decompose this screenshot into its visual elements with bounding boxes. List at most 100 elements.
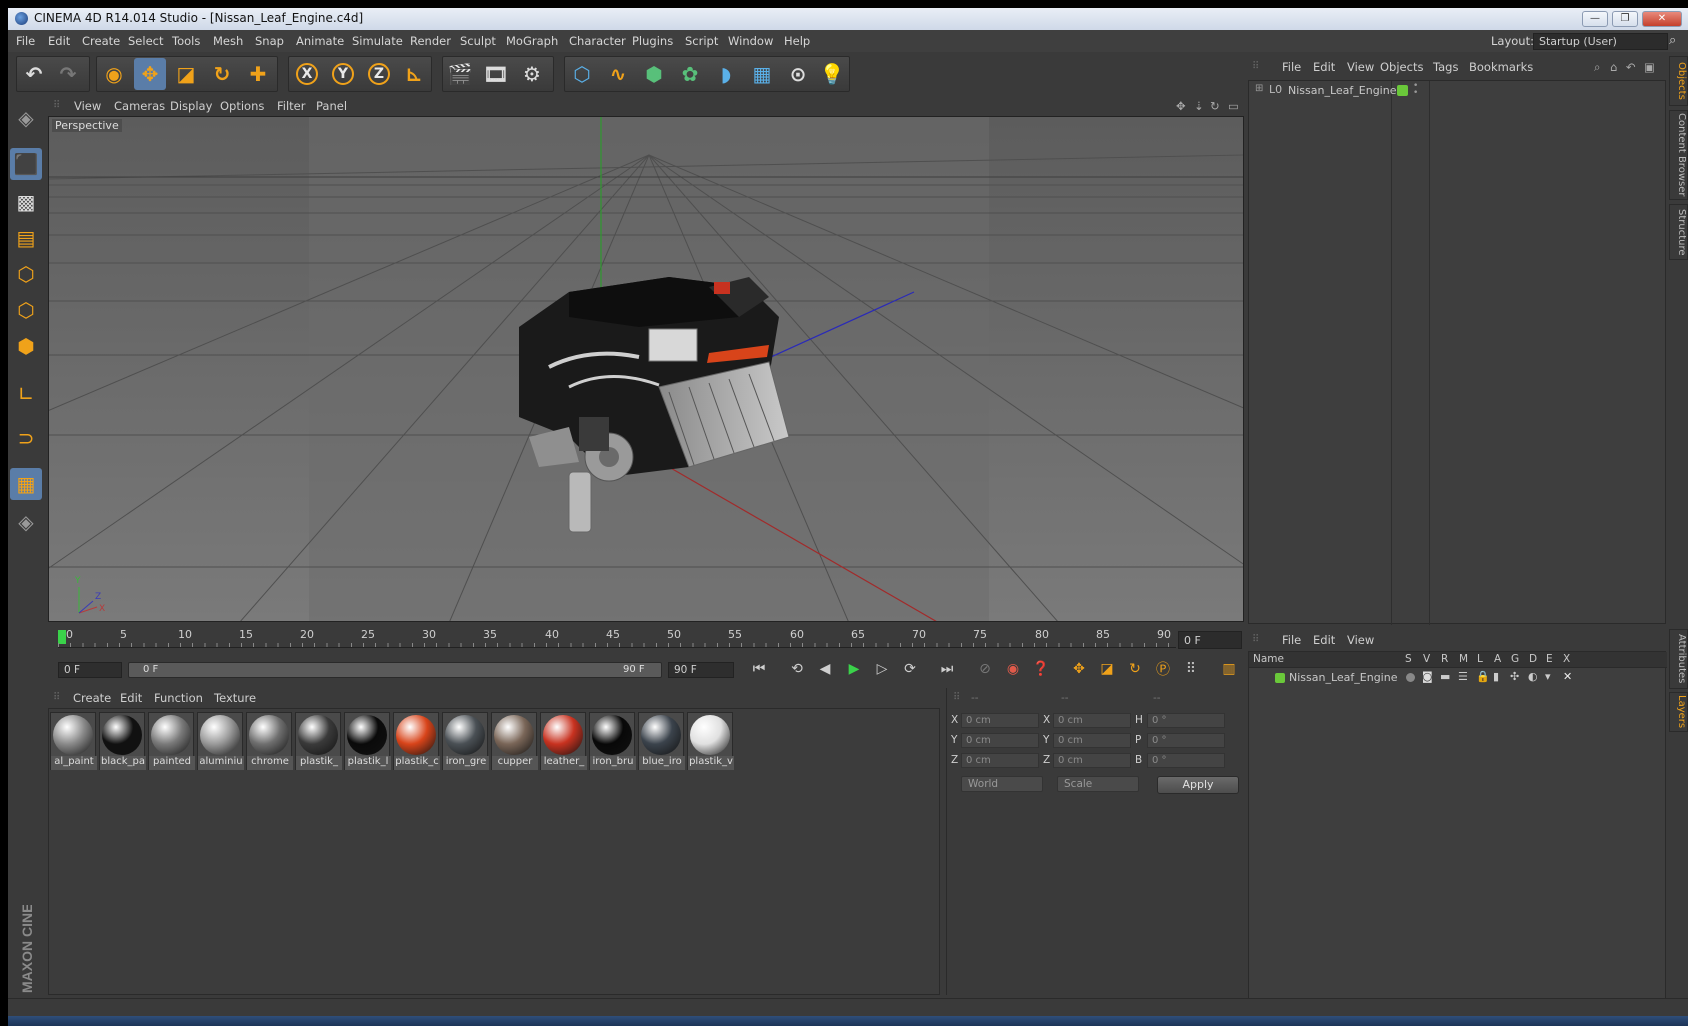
record-keys-disabled-icon[interactable]: ⊘ <box>972 658 998 680</box>
material-slot[interactable]: plastik_l <box>344 712 391 770</box>
move-tool-icon[interactable]: ✥ <box>134 58 166 90</box>
x-axis-lock-button[interactable]: X <box>291 58 323 90</box>
y-axis-lock-button[interactable]: Y <box>327 58 359 90</box>
tab-structure[interactable]: Structure <box>1669 204 1688 260</box>
go-to-end-icon[interactable]: ⏭ <box>934 658 960 680</box>
next-key-icon[interactable]: ⟳ <box>897 658 923 680</box>
material-slot[interactable]: plastik_ <box>295 712 342 770</box>
render-view-icon[interactable]: 🎬 <box>444 58 476 90</box>
generator-toggle-icon[interactable]: ✣ <box>1510 670 1519 683</box>
viewport-perspective[interactable]: Y X Z <box>48 116 1244 622</box>
camera-icon[interactable]: ⊙ <box>782 58 814 90</box>
objects-menu-file[interactable]: File <box>1282 60 1301 74</box>
material-slot[interactable]: cupper <box>491 712 538 770</box>
menu-edit[interactable]: Edit <box>48 34 70 48</box>
go-to-start-icon[interactable]: ⏮ <box>746 658 772 680</box>
size-y-field[interactable]: 0 cm <box>1053 733 1131 748</box>
render-picture-viewer-icon[interactable]: 🎞 <box>480 58 512 90</box>
model-mode-icon[interactable]: ⬛ <box>10 148 42 180</box>
animation-toggle-icon[interactable]: ▮ <box>1493 670 1499 683</box>
menu-mesh[interactable]: Mesh <box>213 34 243 48</box>
viewport-nav-move-icon[interactable]: ✥ <box>1176 99 1186 113</box>
cube-primitive-icon[interactable]: ⬡ <box>566 58 598 90</box>
object-row[interactable]: ⊞ L0 Nissan_Leaf_Engine • • <box>1253 82 1653 99</box>
material-menu-create[interactable]: Create <box>73 691 111 705</box>
material-slot[interactable]: plastik_c <box>393 712 440 770</box>
scale-tool-icon[interactable]: ◪ <box>170 58 202 90</box>
visibility-dots-icon[interactable]: • • <box>1413 82 1418 98</box>
snap-magnet-icon[interactable]: ⊃ <box>10 422 42 454</box>
rotation-h-field[interactable]: 0 ° <box>1147 713 1225 728</box>
solo-toggle-icon[interactable] <box>1406 673 1415 682</box>
playhead-marker[interactable] <box>58 630 66 644</box>
position-y-field[interactable]: 0 cm <box>961 733 1039 748</box>
menu-help[interactable]: Help <box>784 34 810 48</box>
material-menu-function[interactable]: Function <box>154 691 203 705</box>
material-slot[interactable]: black_pa <box>99 712 146 770</box>
layer-row[interactable]: Nissan_Leaf_Engine ◙ ▬ ☰ 🔒 ▮ ✣ ◐ ▾ ✕ <box>1249 670 1667 686</box>
maximize-button[interactable]: ❐ <box>1612 11 1638 27</box>
menu-script[interactable]: Script <box>685 34 718 48</box>
material-slot[interactable]: aluminiu <box>197 712 244 770</box>
material-slot[interactable]: iron_gre <box>442 712 489 770</box>
z-axis-lock-button[interactable]: Z <box>363 58 395 90</box>
render-toggle-icon[interactable]: ▬ <box>1440 670 1450 683</box>
render-settings-icon[interactable]: ⚙ <box>516 58 548 90</box>
position-z-field[interactable]: 0 cm <box>961 753 1039 768</box>
material-slot[interactable]: leather_ <box>540 712 587 770</box>
key-rotation-icon[interactable]: ↻ <box>1122 658 1148 680</box>
layer-name[interactable]: Nissan_Leaf_Engine <box>1289 671 1397 684</box>
recent-tools-icon[interactable]: ✚ <box>242 58 274 90</box>
deformer-icon[interactable]: ◗ <box>710 58 742 90</box>
cloner-icon[interactable]: ✿ <box>674 58 706 90</box>
menu-snap[interactable]: Snap <box>255 34 284 48</box>
layer-color-icon[interactable] <box>1275 673 1285 683</box>
material-menu-edit[interactable]: Edit <box>120 691 142 705</box>
objects-menu-view[interactable]: View <box>1347 60 1374 74</box>
size-mode-select[interactable]: Scale <box>1057 776 1139 792</box>
viewport-maximize-icon[interactable]: ▭ <box>1228 99 1239 113</box>
spline-icon[interactable]: ∿ <box>602 58 634 90</box>
objects-menu-bookmarks[interactable]: Bookmarks <box>1469 60 1533 74</box>
coordinate-system-icon[interactable]: ⊾ <box>398 58 430 90</box>
texture-mode-icon[interactable]: ▩ <box>10 186 42 218</box>
tab-objects[interactable]: Objects <box>1669 56 1688 106</box>
autokey-icon[interactable]: ❓ <box>1028 658 1054 680</box>
rotation-p-field[interactable]: 0 ° <box>1147 733 1225 748</box>
rotate-tool-icon[interactable]: ↻ <box>206 58 238 90</box>
material-slot[interactable]: al_paint <box>50 712 97 770</box>
menu-select[interactable]: Select <box>128 34 163 48</box>
coordinate-mode-select[interactable]: World <box>961 776 1043 792</box>
minimize-button[interactable]: — <box>1582 11 1608 27</box>
layers-menu-edit[interactable]: Edit <box>1313 633 1335 647</box>
workplane-icon[interactable]: ▤ <box>10 222 42 254</box>
viewport-nav-rotate-icon[interactable]: ↻ <box>1210 99 1220 113</box>
viewport-nav-zoom-icon[interactable]: ⇣ <box>1194 99 1204 113</box>
close-button[interactable]: ✕ <box>1642 11 1682 27</box>
next-frame-icon[interactable]: ▷ <box>869 658 895 680</box>
menu-render[interactable]: Render <box>410 34 451 48</box>
key-scale-icon[interactable]: ◪ <box>1094 658 1120 680</box>
timeline-ruler[interactable] <box>58 643 1176 648</box>
material-slot[interactable]: iron_bru <box>589 712 636 770</box>
previous-key-icon[interactable]: ⟲ <box>784 658 810 680</box>
menu-animate[interactable]: Animate <box>296 34 344 48</box>
material-menu-texture[interactable]: Texture <box>214 691 256 705</box>
size-z-field[interactable]: 0 cm <box>1053 753 1131 768</box>
viewport-menu-options[interactable]: Options <box>220 99 264 113</box>
floor-scene-icon[interactable]: ▦ <box>746 58 778 90</box>
material-slot[interactable]: chrome <box>246 712 293 770</box>
menu-tools[interactable]: Tools <box>172 34 200 48</box>
make-editable-icon[interactable]: ◈ <box>10 102 42 134</box>
menu-mograph[interactable]: MoGraph <box>506 34 558 48</box>
menu-plugins[interactable]: Plugins <box>632 34 673 48</box>
lock-toggle-icon[interactable]: 🔒 <box>1476 670 1490 683</box>
play-icon[interactable]: ▶ <box>841 658 867 680</box>
objects-menu-tags[interactable]: Tags <box>1433 60 1458 74</box>
key-point-level-icon[interactable]: ⠿ <box>1178 658 1204 680</box>
viewport-menu-display[interactable]: Display <box>170 99 212 113</box>
timeline-window-icon[interactable]: ▥ <box>1216 658 1242 680</box>
new-window-icon[interactable]: ▣ <box>1644 60 1655 74</box>
viewport-menu-filter[interactable]: Filter <box>277 99 305 113</box>
tab-layers[interactable]: Layers <box>1669 692 1688 732</box>
